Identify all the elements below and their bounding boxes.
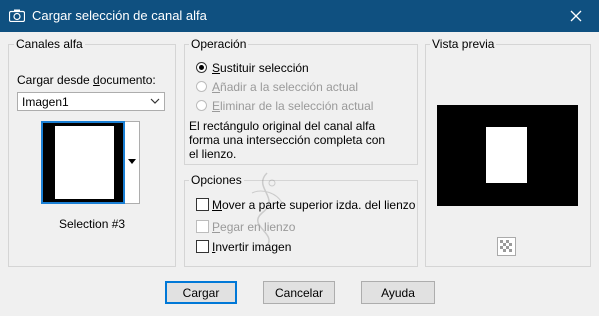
operacion-description-line2: forma una intersección completa con (189, 133, 386, 147)
checker-zoom-icon (500, 240, 513, 253)
document-select-value: Imagen1 (22, 95, 69, 109)
checkbox-pegar-label[interactable]: Pegar en lienzo (212, 220, 295, 234)
checkbox-mover-label[interactable]: Mover a parte superior izda. del lienzo (212, 198, 415, 212)
cancel-button[interactable]: Cancelar (263, 281, 335, 304)
radio-anadir-label[interactable]: Añadir a la selección actual (212, 80, 358, 94)
radio-sustituir[interactable] (196, 62, 207, 73)
thumbnail-selection-shape (55, 126, 114, 199)
checkbox-invertir[interactable] (196, 240, 209, 253)
thumbnail-dropdown-button[interactable] (125, 121, 140, 204)
close-button[interactable] (553, 0, 599, 32)
preview-zoom-button[interactable] (497, 237, 516, 256)
title-bar: Cargar selección de canal alfa (0, 0, 599, 32)
radio-eliminar-label[interactable]: Eliminar de la selección actual (212, 99, 373, 113)
selection-caption: Selection #3 (59, 217, 126, 231)
chevron-down-icon (150, 98, 160, 104)
radio-anadir[interactable] (196, 81, 207, 92)
checkbox-mover[interactable] (196, 198, 209, 211)
document-select[interactable]: Imagen1 (17, 92, 165, 111)
dropdown-arrow-icon (128, 159, 136, 164)
radio-eliminar[interactable] (196, 100, 207, 111)
preview-canvas (437, 105, 578, 206)
load-from-label: Cargar desde documento: (17, 73, 156, 87)
help-button[interactable]: Ayuda (361, 281, 435, 304)
operacion-description-line3: el lienzo. (189, 147, 237, 161)
checkbox-invertir-label[interactable]: Invertir imagen (212, 240, 291, 254)
close-icon (570, 10, 582, 22)
checkbox-pegar[interactable] (196, 220, 209, 233)
load-button[interactable]: Cargar (165, 281, 237, 304)
radio-selected-dot (199, 65, 204, 70)
preview-selection-shape (486, 127, 527, 183)
window-title: Cargar selección de canal alfa (32, 8, 207, 23)
alpha-channel-thumbnail[interactable] (41, 121, 125, 204)
vista-previa-title: Vista previa (430, 37, 497, 51)
operacion-title: Operación (189, 37, 249, 51)
camera-icon (9, 9, 25, 22)
radio-sustituir-label[interactable]: Sustituir selección (212, 61, 309, 75)
operacion-description-line1: El rectángulo original del canal alfa (189, 119, 376, 133)
canales-alfa-title: Canales alfa (14, 37, 85, 51)
